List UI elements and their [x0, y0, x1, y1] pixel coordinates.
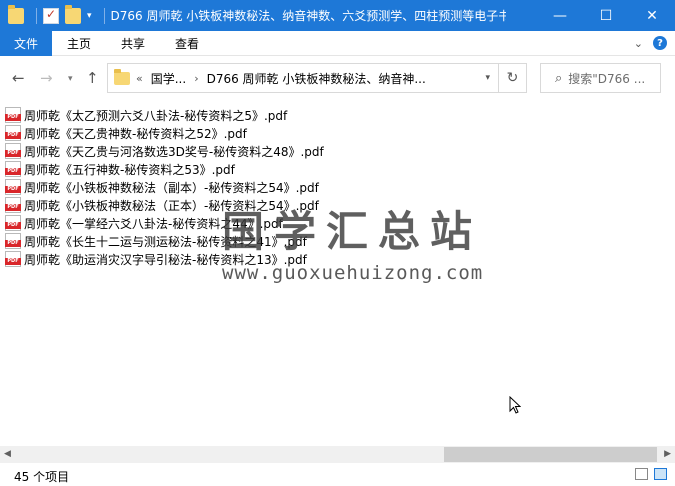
back-arrow-icon[interactable]: ←	[12, 69, 25, 87]
list-item[interactable]: 周师乾《天乙贵与河洛数选3D奖号-秘传资料之48》.pdf	[0, 142, 660, 160]
file-name: 周师乾《小铁板神数秘法（副本）-秘传资料之54》.pdf	[24, 180, 319, 195]
file-name: 周师乾《长生十二运与测运秘法-秘传资料之41》.pdf	[24, 234, 307, 249]
status-bar: 45 个项目	[0, 463, 675, 486]
scroll-left-icon[interactable]: ◀	[4, 449, 11, 459]
forward-arrow-icon[interactable]: →	[40, 69, 53, 87]
view-toggle	[629, 468, 667, 480]
window-controls: — ☐ ✕	[537, 0, 675, 31]
pdf-file-icon	[5, 251, 21, 267]
tab-home[interactable]: 主页	[52, 31, 106, 56]
tab-share[interactable]: 共享	[106, 31, 160, 56]
recent-locations-icon[interactable]: ▾	[68, 74, 73, 84]
new-folder-icon[interactable]	[65, 4, 81, 24]
ribbon-tabs: 文件 主页 共享 查看 ⌄ ?	[0, 30, 675, 56]
maximize-icon[interactable]: ☐	[583, 0, 629, 31]
title-bar: ▾ D766 周师乾 小铁板神数秘法、纳音神数、六爻预测学、四柱预测等电子书..…	[0, 0, 675, 31]
refresh-icon[interactable]: ↻	[498, 64, 526, 92]
pdf-file-icon	[5, 107, 21, 123]
list-item[interactable]: 周师乾《五行神数-秘传资料之53》.pdf	[0, 160, 660, 178]
list-item[interactable]: 周师乾《天乙贵神数-秘传资料之52》.pdf	[0, 124, 660, 142]
file-list: 周师乾《太乙预测六爻八卦法-秘传资料之5》.pdf 周师乾《天乙贵神数-秘传资料…	[0, 106, 660, 268]
scroll-right-icon[interactable]: ▶	[664, 449, 671, 459]
file-name: 周师乾《小铁板神数秘法（正本）-秘传资料之54》.pdf	[24, 198, 319, 213]
search-icon: ⌕	[555, 70, 563, 86]
up-arrow-icon[interactable]: ↑	[86, 69, 99, 87]
file-name: 周师乾《天乙贵神数-秘传资料之52》.pdf	[24, 126, 247, 141]
pdf-file-icon	[5, 215, 21, 231]
folder-icon	[114, 68, 130, 85]
overflow-crumb[interactable]: «	[136, 72, 143, 85]
list-item[interactable]: 周师乾《一掌经六爻八卦法-秘传资料之44》.pdf	[0, 214, 660, 232]
file-name: 周师乾《天乙贵与河洛数选3D奖号-秘传资料之48》.pdf	[24, 144, 324, 159]
breadcrumb: « 国学... › D766 周师乾 小铁板神数秘法、纳音神...	[136, 70, 434, 87]
item-count: 45 个项目	[14, 470, 70, 484]
search-input[interactable]: ⌕ 搜索"D766 ...	[540, 63, 661, 93]
close-icon[interactable]: ✕	[629, 0, 675, 31]
file-name: 周师乾《助运消灾汉字导引秘法-秘传资料之13》.pdf	[24, 252, 307, 267]
toolbar-separator	[103, 7, 105, 24]
horizontal-scrollbar[interactable]: ◀ ▶	[0, 446, 675, 463]
navigation-bar: ← → ▾ ↑ « 国学... › D766 周师乾 小铁板神数秘法、纳音神..…	[0, 57, 675, 99]
pdf-file-icon	[5, 161, 21, 177]
list-item[interactable]: 周师乾《助运消灾汉字导引秘法-秘传资料之13》.pdf	[0, 250, 660, 268]
toolbar-separator	[36, 7, 37, 24]
large-icons-view-icon[interactable]	[654, 468, 667, 480]
breadcrumb-guoxue[interactable]: 国学...	[151, 70, 186, 87]
list-item[interactable]: 周师乾《长生十二运与测运秘法-秘传资料之41》.pdf	[0, 232, 660, 250]
breadcrumb-current-folder[interactable]: D766 周师乾 小铁板神数秘法、纳音神...	[207, 70, 426, 87]
pdf-file-icon	[5, 233, 21, 249]
folder-icon[interactable]	[8, 4, 24, 24]
properties-icon[interactable]	[43, 7, 59, 24]
list-item[interactable]: 周师乾《小铁板神数秘法（副本）-秘传资料之54》.pdf	[0, 178, 660, 196]
tab-file[interactable]: 文件	[0, 30, 53, 56]
search-placeholder: 搜索"D766 ...	[568, 71, 646, 86]
quick-access-toolbar: ▾	[0, 0, 111, 31]
address-bar[interactable]: « 国学... › D766 周师乾 小铁板神数秘法、纳音神... ▾ ↻	[107, 63, 527, 93]
breadcrumb-separator-icon[interactable]: ›	[194, 72, 198, 85]
list-item[interactable]: 周师乾《小铁板神数秘法（正本）-秘传资料之54》.pdf	[0, 196, 660, 214]
pdf-file-icon	[5, 179, 21, 195]
window-title: D766 周师乾 小铁板神数秘法、纳音神数、六爻预测学、四柱预测等电子书...	[110, 9, 506, 23]
file-name: 周师乾《太乙预测六爻八卦法-秘传资料之5》.pdf	[24, 108, 288, 123]
address-dropdown-icon[interactable]: ▾	[485, 73, 490, 83]
pdf-file-icon	[5, 143, 21, 159]
file-name: 周师乾《五行神数-秘传资料之53》.pdf	[24, 162, 235, 177]
ribbon-right-controls: ⌄ ?	[634, 36, 667, 50]
pdf-file-icon	[5, 197, 21, 213]
expand-ribbon-icon[interactable]: ⌄	[634, 37, 643, 50]
scrollbar-thumb[interactable]	[444, 447, 657, 462]
file-name: 周师乾《一掌经六爻八卦法-秘传资料之44》.pdf	[24, 216, 283, 231]
list-item[interactable]: 周师乾《太乙预测六爻八卦法-秘传资料之5》.pdf	[0, 106, 660, 124]
customize-quick-access-icon[interactable]: ▾	[87, 11, 92, 21]
details-view-icon[interactable]	[635, 468, 648, 480]
pdf-file-icon	[5, 125, 21, 141]
help-icon[interactable]: ?	[653, 36, 667, 50]
minimize-icon[interactable]: —	[537, 0, 583, 31]
mouse-pointer-icon	[509, 396, 521, 414]
tab-view[interactable]: 查看	[160, 31, 214, 56]
